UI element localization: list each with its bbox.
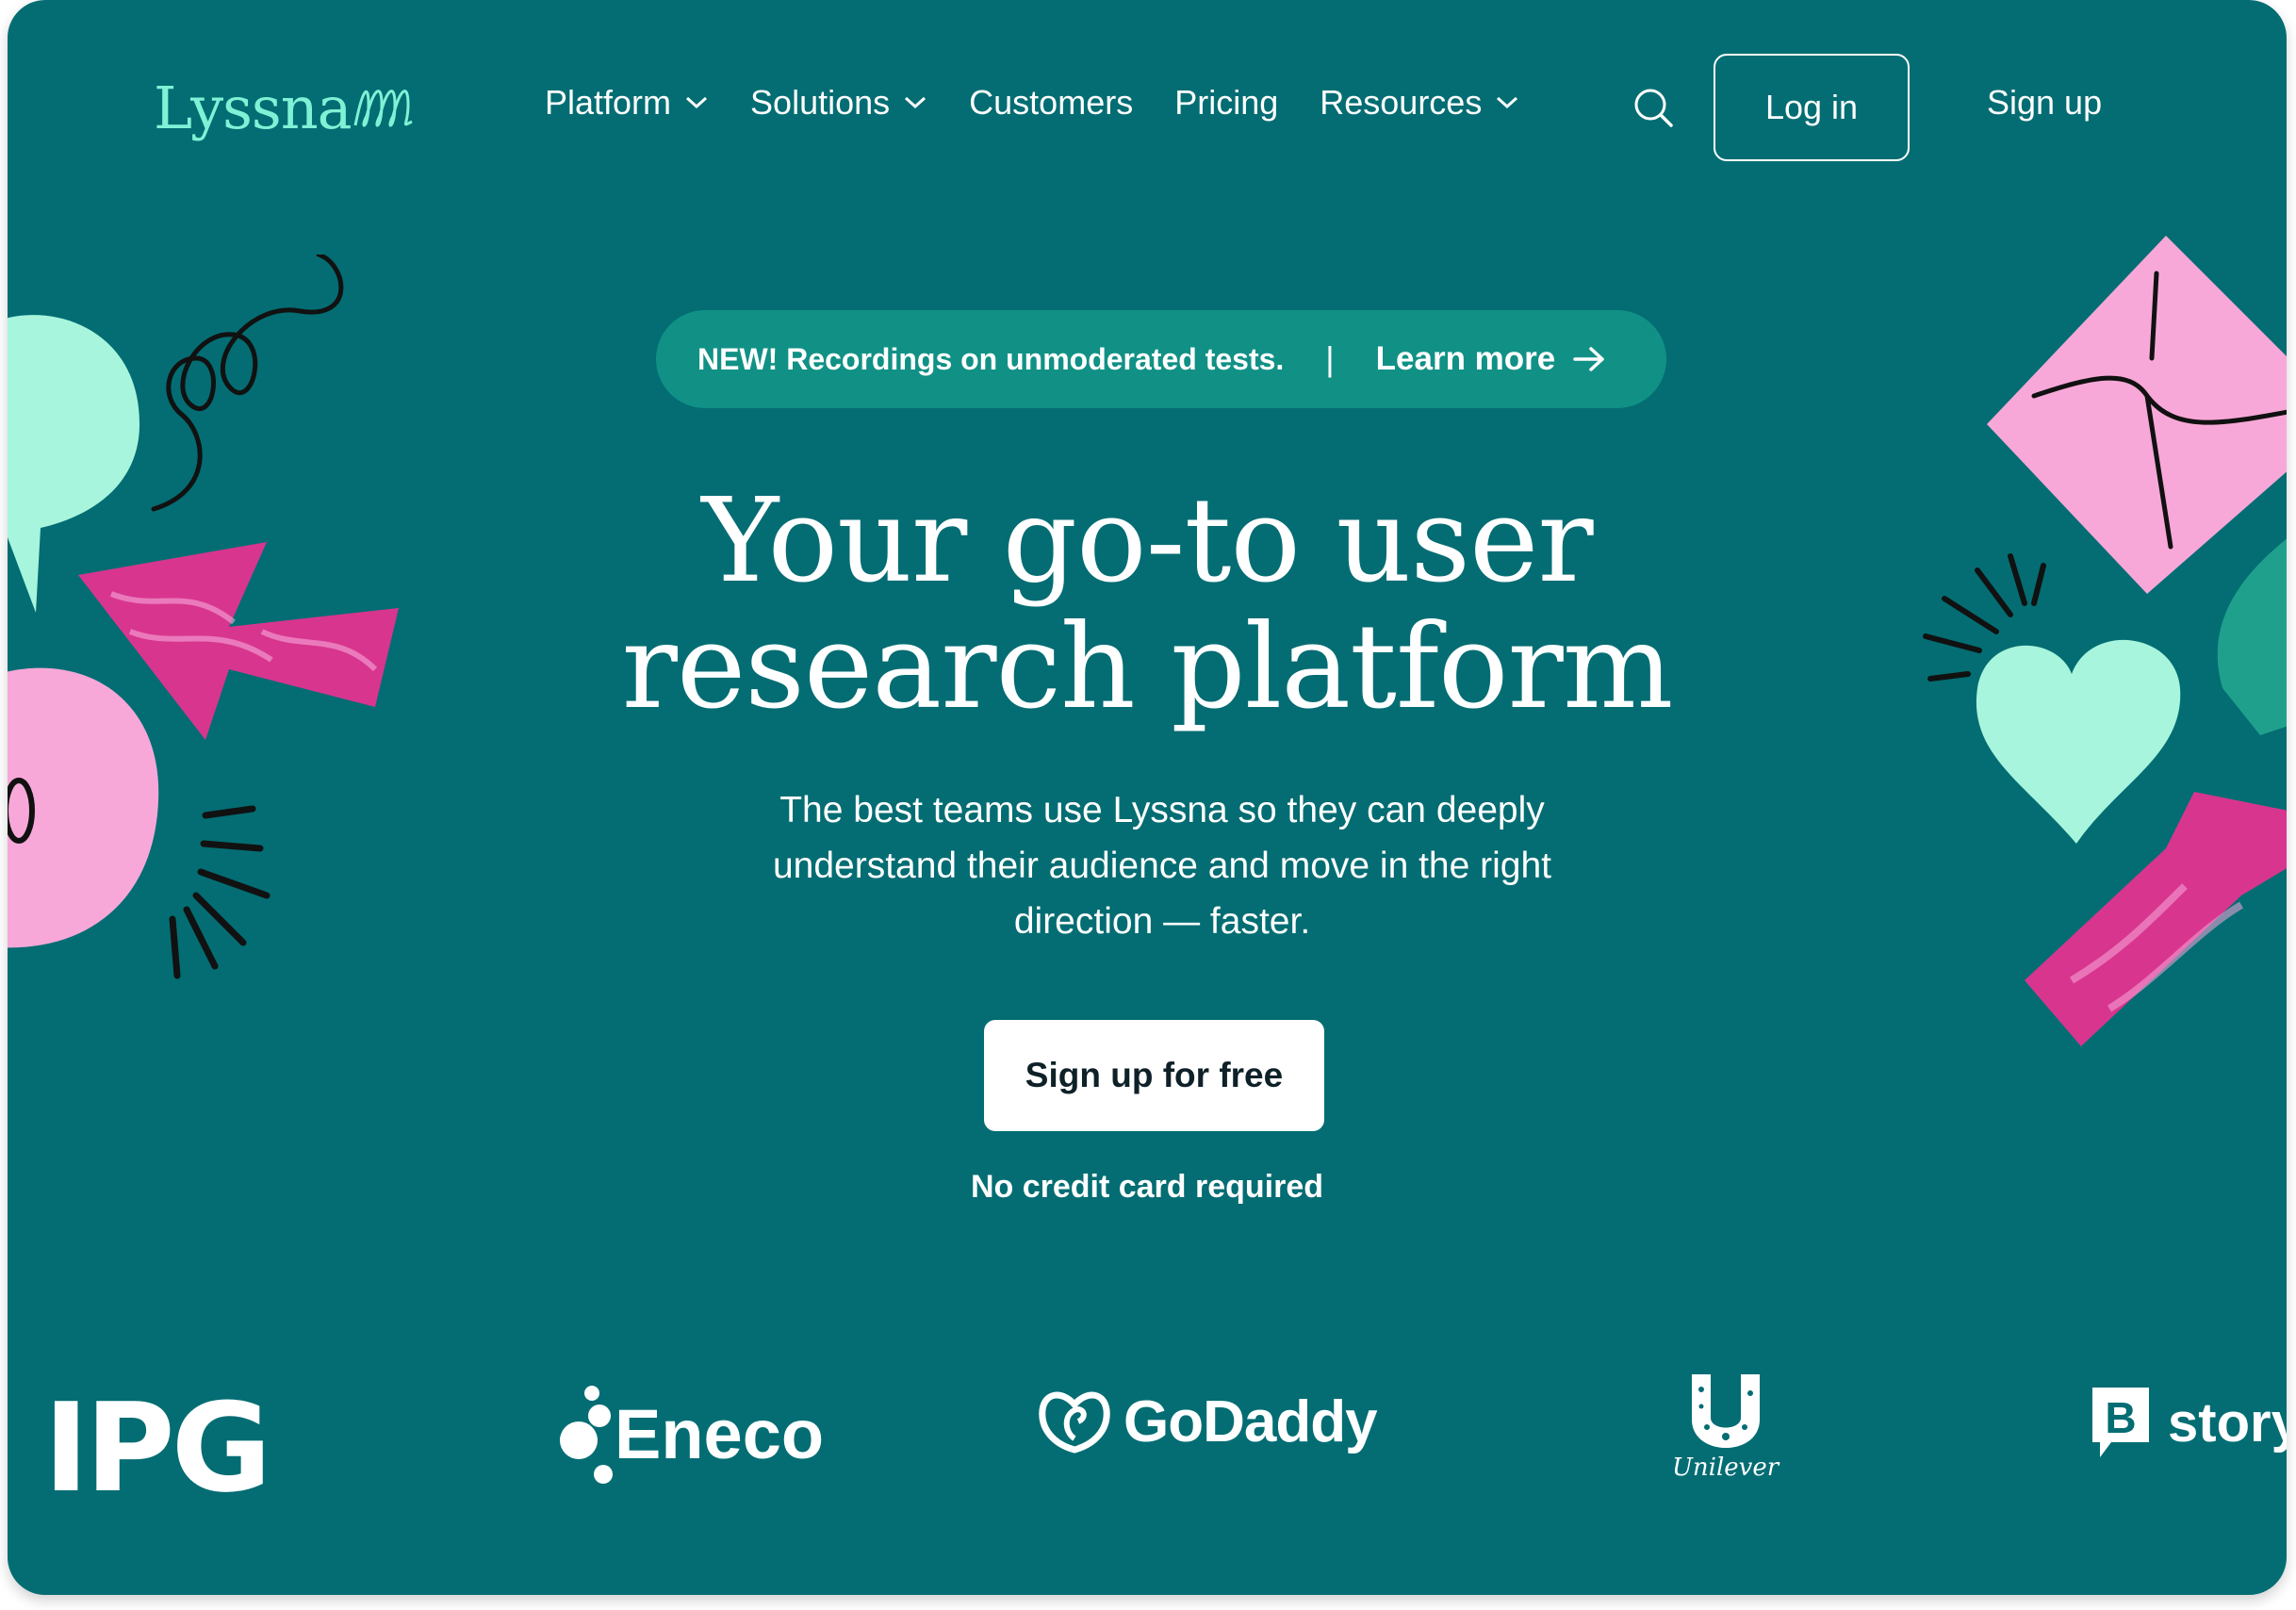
hero-title-line2: research platform bbox=[621, 600, 1674, 735]
login-button[interactable]: Log in bbox=[1714, 54, 1910, 161]
nav-platform[interactable]: Platform bbox=[545, 83, 709, 123]
unilever-u-icon bbox=[1691, 1374, 1760, 1448]
customer-logos: IPG Eneco GoDaddy Unilever B story bbox=[8, 1374, 2287, 1520]
unilever-logo: Unilever bbox=[1672, 1371, 1779, 1482]
logo-loops-icon bbox=[353, 89, 413, 126]
arrow-right-icon bbox=[1573, 347, 1605, 371]
burst-lines-illustration bbox=[169, 805, 271, 979]
logo-text: Lyssna bbox=[154, 74, 353, 142]
announcement-banner[interactable]: NEW! Recordings on unmoderated tests. | … bbox=[656, 310, 1666, 408]
storyblok-b-icon: B bbox=[2092, 1388, 2149, 1457]
ipg-logo: IPG bbox=[43, 1376, 271, 1520]
nav-pricing-label: Pricing bbox=[1174, 83, 1279, 122]
hero-title: Your go-to user research platform bbox=[8, 478, 2287, 731]
page-frame: Lyssna Platform Solutions Customers Pric… bbox=[8, 0, 2287, 1595]
nav-solutions[interactable]: Solutions bbox=[750, 83, 927, 123]
chevron-down-icon bbox=[686, 96, 708, 109]
godaddy-logo: GoDaddy bbox=[1037, 1388, 1378, 1455]
nav-resources[interactable]: Resources bbox=[1320, 83, 1519, 123]
godaddy-heart-icon bbox=[1039, 1391, 1110, 1454]
nav-platform-label: Platform bbox=[545, 83, 672, 122]
learn-more-link[interactable]: Learn more bbox=[1376, 340, 1607, 378]
pink-ribbon-illustration bbox=[2025, 792, 2287, 1046]
banner-text: NEW! Recordings on unmoderated tests. bbox=[697, 341, 1285, 376]
nav-customers[interactable]: Customers bbox=[969, 83, 1133, 123]
no-credit-card-note: No credit card required bbox=[970, 1169, 1324, 1205]
hero-title-line1: Your go-to user bbox=[701, 473, 1593, 609]
story-name: story bbox=[2168, 1391, 2287, 1454]
eneco-name: Eneco bbox=[615, 1394, 825, 1473]
unilever-name: Unilever bbox=[1672, 1454, 1779, 1482]
main-nav: Platform Solutions Customers Pricing Res… bbox=[545, 83, 1561, 123]
chevron-down-icon bbox=[1497, 96, 1518, 109]
learn-more-label: Learn more bbox=[1375, 340, 1556, 377]
svg-text:B: B bbox=[2105, 1393, 2136, 1442]
nav-customers-label: Customers bbox=[969, 83, 1134, 122]
nav-resources-label: Resources bbox=[1320, 83, 1483, 122]
hero-subtitle: The best teams use Lyssna so they can de… bbox=[772, 790, 1552, 942]
nav-pricing[interactable]: Pricing bbox=[1174, 83, 1278, 123]
signup-free-button[interactable]: Sign up for free bbox=[984, 1020, 1324, 1131]
banner-separator: | bbox=[1325, 339, 1335, 378]
godaddy-name: GoDaddy bbox=[1123, 1388, 1378, 1454]
search-icon[interactable] bbox=[1632, 87, 1674, 128]
eneco-logo: Eneco bbox=[558, 1382, 824, 1486]
chevron-down-icon bbox=[905, 96, 927, 109]
storyblok-logo: B story bbox=[2091, 1386, 2287, 1459]
signup-link[interactable]: Sign up bbox=[1987, 83, 2102, 123]
lyssna-logo[interactable]: Lyssna bbox=[154, 74, 414, 142]
nav-solutions-label: Solutions bbox=[750, 83, 891, 122]
eneco-dots-icon bbox=[560, 1386, 613, 1484]
